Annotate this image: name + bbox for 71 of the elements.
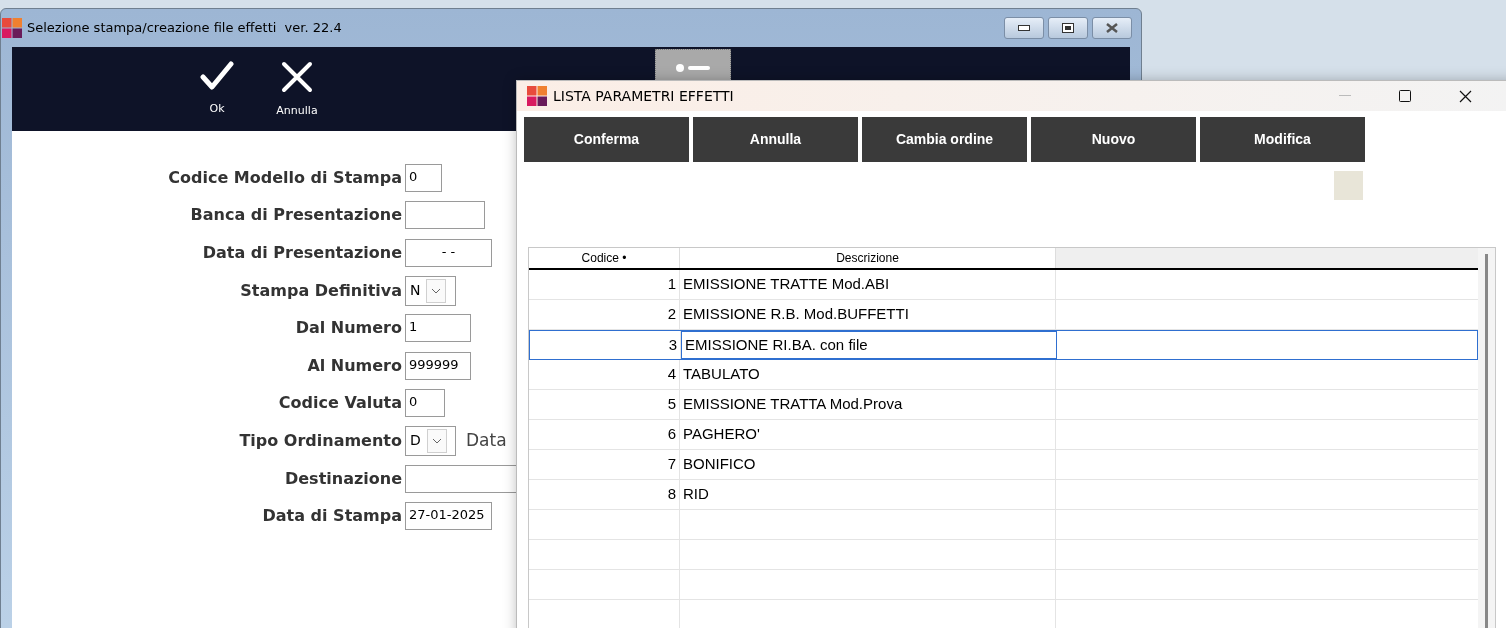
table-row[interactable]: 4 TABULATO: [529, 360, 1478, 390]
checkmark-icon: [200, 61, 234, 91]
field-label: Dal Numero: [294, 317, 403, 340]
dropdown-caret-icon: [426, 278, 447, 303]
table-cell: BONIFICO: [680, 450, 1056, 479]
field-label: Codice Valuta: [277, 392, 403, 415]
field-label: Destinazione: [284, 467, 403, 490]
table-cell: 7: [529, 450, 680, 479]
table-cell: EMISSIONE TRATTE Mod.ABI: [680, 270, 1056, 299]
close-icon: [1105, 23, 1119, 33]
table-cell: 4: [529, 360, 680, 389]
action-button[interactable]: Nuovo: [1031, 117, 1196, 162]
input-field[interactable]: 1: [405, 314, 471, 343]
table-row[interactable]: 7 BONIFICO: [529, 450, 1478, 480]
app-logo-icon: [527, 86, 547, 106]
input-field[interactable]: 27-01-2025: [405, 502, 492, 531]
input-field[interactable]: 999999: [405, 351, 471, 380]
action-button[interactable]: Conferma: [524, 117, 689, 162]
field-label: Al Numero: [306, 354, 403, 377]
close-icon: [281, 61, 313, 93]
field-label: Stampa Definitiva: [239, 279, 403, 302]
table-cell: EMISSIONE RI.BA. con file: [681, 331, 1057, 359]
table-row[interactable]: 5 EMISSIONE TRATTA Mod.Prova: [529, 390, 1478, 420]
minimize-button[interactable]: [1004, 17, 1044, 39]
field-label: Data di Stampa: [261, 505, 403, 528]
window-title: LISTA PARAMETRI EFFETTI: [553, 86, 734, 106]
table-cell: 5: [529, 390, 680, 419]
close-icon: [1458, 89, 1472, 103]
table-cell: 2: [529, 300, 680, 329]
date-field[interactable]: - -: [405, 239, 492, 267]
table-cell: EMISSIONE R.B. Mod.BUFFETTI: [680, 300, 1056, 329]
table-cell: 8: [529, 480, 680, 509]
input-field[interactable]: 0: [405, 389, 445, 418]
column-header[interactable]: Codice •: [529, 248, 680, 268]
minimize-icon: [1018, 25, 1030, 31]
color-swatch: [1334, 171, 1363, 200]
table-row[interactable]: 3 EMISSIONE RI.BA. con file: [529, 330, 1478, 360]
table-cell: RID: [680, 480, 1056, 509]
table-cell: PAGHERO': [680, 420, 1056, 449]
dropdown-caret-icon: [426, 428, 447, 453]
field-label: Banca di Presentazione: [189, 204, 403, 227]
maximize-button[interactable]: [1048, 17, 1088, 39]
toolbar-button[interactable]: Ok: [192, 61, 242, 118]
field-label: Tipo Ordinamento: [238, 429, 403, 452]
window-title: Selezione stampa/creazione file effetti ver. 22.4: [27, 19, 342, 38]
table-cell: EMISSIONE TRATTA Mod.Prova: [680, 390, 1056, 419]
table-row[interactable]: 8 RID: [529, 480, 1478, 510]
table-cell: 3: [530, 331, 681, 359]
table-cell: TABULATO: [680, 360, 1056, 389]
field-note: Data: [466, 429, 507, 453]
action-button[interactable]: Cambia ordine: [862, 117, 1027, 162]
field-label: Data di Presentazione: [201, 242, 403, 264]
table-row[interactable]: 6 PAGHERO': [529, 420, 1478, 450]
input-field[interactable]: [405, 201, 485, 230]
table-cell: 6: [529, 420, 680, 449]
minimize-icon: [1339, 95, 1351, 97]
scrollbar[interactable]: [1478, 248, 1495, 628]
select-field[interactable]: D: [405, 425, 456, 456]
maximize-icon: [1399, 90, 1411, 102]
table-row[interactable]: 2 EMISSIONE R.B. Mod.BUFFETTI: [529, 300, 1478, 330]
app-logo-icon: [2, 18, 22, 38]
table-row[interactable]: 1 EMISSIONE TRATTE Mod.ABI: [529, 270, 1478, 300]
action-button[interactable]: Annulla: [693, 117, 858, 162]
toolbar-button[interactable]: Annulla: [272, 61, 322, 120]
table-cell: 1: [529, 270, 680, 299]
restore-icon: [1062, 23, 1074, 33]
close-button[interactable]: [1092, 17, 1132, 39]
select-field[interactable]: N: [405, 275, 456, 306]
input-field[interactable]: 0: [405, 163, 442, 192]
field-label: Codice Modello di Stampa: [167, 166, 403, 189]
action-button[interactable]: Modifica: [1200, 117, 1365, 162]
